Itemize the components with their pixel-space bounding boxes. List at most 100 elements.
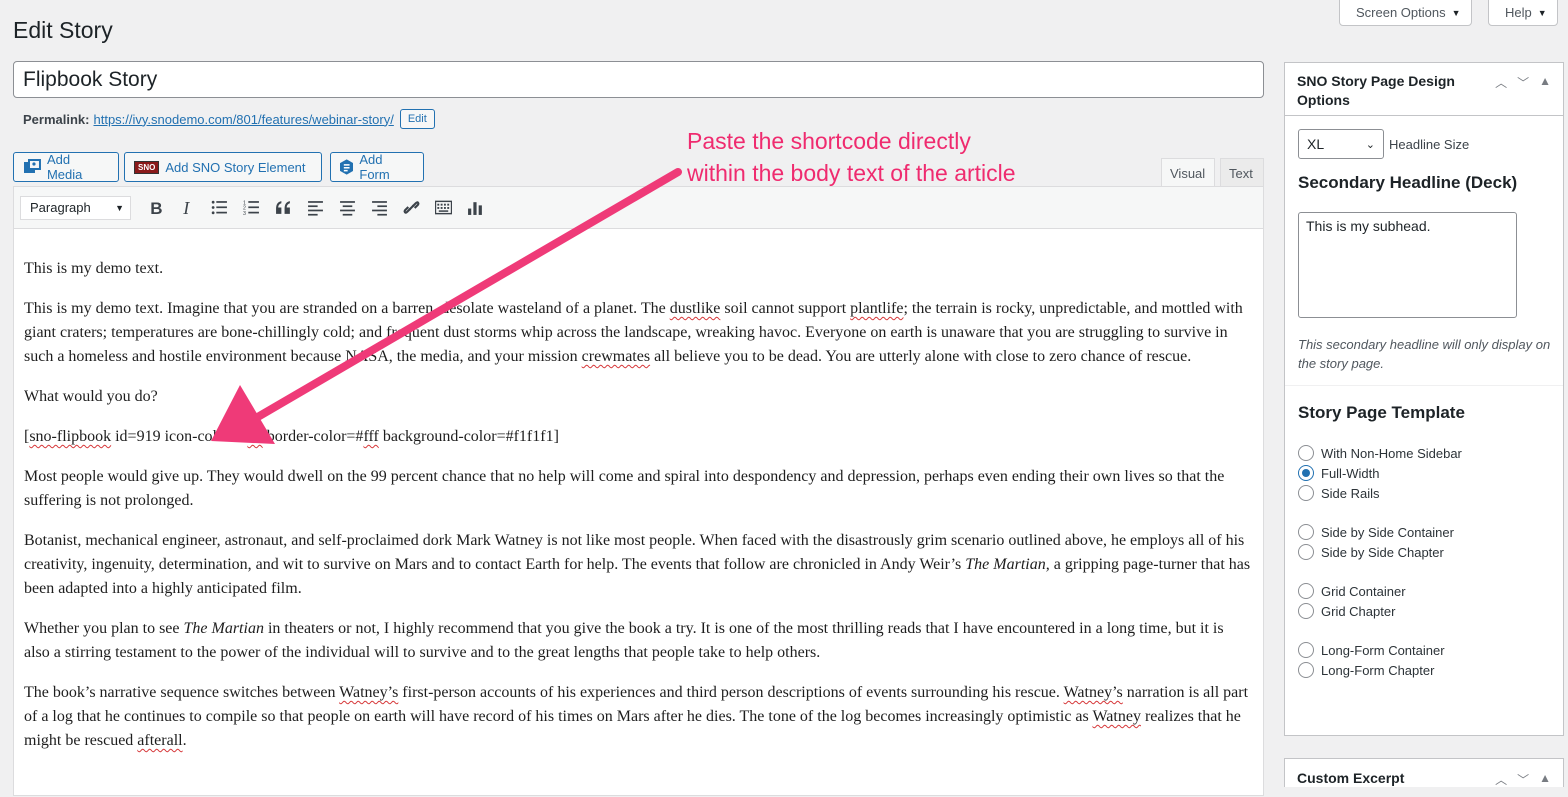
svg-text:I: I — [182, 199, 190, 216]
editor-content[interactable]: This is my demo text. This is my demo te… — [14, 229, 1263, 753]
align-right-icon[interactable] — [363, 193, 395, 223]
design-options-title: SNO Story Page Design Options — [1297, 73, 1455, 108]
permalink: Permalink: https://ivy.snodemo.com/801/f… — [23, 109, 435, 129]
post-title-input[interactable] — [13, 61, 1264, 98]
radio-button[interactable] — [1298, 445, 1314, 461]
template-option[interactable]: Long-Form Container — [1298, 640, 1551, 660]
paragraph: Most people would give up. They would dw… — [24, 468, 1225, 509]
align-center-icon[interactable] — [331, 193, 363, 223]
add-form-button[interactable]: Add Form — [330, 152, 424, 182]
custom-excerpt-title: Custom Excerpt — [1297, 770, 1405, 786]
radio-button[interactable] — [1298, 662, 1314, 678]
radio-button[interactable] — [1298, 642, 1314, 658]
radio-button[interactable] — [1298, 524, 1314, 540]
link-icon[interactable] — [395, 193, 427, 223]
align-left-icon[interactable] — [299, 193, 331, 223]
template-option-label: Long-Form Container — [1321, 642, 1445, 658]
deck-help-text: This secondary headline will only displa… — [1298, 337, 1551, 371]
tab-visual[interactable]: Visual — [1161, 158, 1215, 187]
custom-excerpt-box: Custom Excerpt ︿ ﹀ ▲ — [1284, 758, 1564, 787]
template-option[interactable]: Grid Chapter — [1298, 601, 1551, 621]
blockquote-icon[interactable] — [267, 193, 299, 223]
chevron-up-icon[interactable]: ︿ — [1495, 771, 1507, 788]
add-media-label: Add Media — [46, 152, 83, 182]
editor: Paragraph ▼ B I 123 This is my demo text… — [13, 186, 1264, 796]
numbered-list-icon[interactable]: 123 — [235, 193, 267, 223]
shortcode-paragraph: [sno-flipbook id=919 icon-color=#fff bor… — [24, 428, 559, 445]
help-label: Help — [1505, 5, 1532, 20]
radio-button[interactable] — [1298, 485, 1314, 501]
add-sno-element-button[interactable]: SNO Add SNO Story Element — [124, 152, 322, 182]
add-form-label: Add Form — [359, 152, 390, 182]
media-icon — [23, 159, 41, 173]
headline-size-value: XL — [1307, 136, 1325, 152]
screen-options-label: Screen Options — [1356, 5, 1446, 20]
template-option[interactable]: Grid Container — [1298, 581, 1551, 601]
format-select-value: Paragraph — [30, 200, 91, 215]
template-option-label: Side by Side Chapter — [1321, 544, 1444, 560]
toolbar-toggle-icon[interactable] — [427, 193, 459, 223]
paragraph: What would you do? — [24, 388, 158, 405]
caret-down-icon: ▼ — [1537, 7, 1547, 18]
chevron-down-icon[interactable]: ﹀ — [1517, 771, 1529, 788]
permalink-label: Permalink: — [23, 111, 90, 127]
headline-size-select[interactable]: XL ⌄ — [1298, 129, 1384, 159]
paragraph: This is my demo text. — [24, 260, 164, 277]
annotation-line-2: within the body text of the article — [687, 160, 1016, 186]
svg-text:3: 3 — [243, 211, 246, 216]
template-option-label: Long-Form Chapter — [1321, 662, 1435, 678]
help-button[interactable]: Help ▼ — [1488, 0, 1558, 26]
deck-heading: Secondary Headline (Deck) — [1298, 173, 1518, 192]
tab-text[interactable]: Text — [1220, 158, 1264, 187]
paragraph: Whether you plan to see The Martian in t… — [24, 620, 1224, 661]
template-option[interactable]: With Non-Home Sidebar — [1298, 443, 1551, 463]
design-options-header: SNO Story Page Design Options ︿ ﹀ ▲ — [1285, 63, 1563, 116]
editor-toolbar: Paragraph ▼ B I 123 — [14, 187, 1263, 229]
add-media-button[interactable]: Add Media — [13, 152, 119, 182]
caret-down-icon: ▼ — [115, 202, 124, 213]
chevron-up-icon[interactable]: ︿ — [1495, 74, 1507, 91]
italic-icon[interactable]: I — [171, 193, 203, 223]
chart-icon[interactable] — [459, 193, 491, 223]
template-option-label: With Non-Home Sidebar — [1321, 445, 1462, 461]
bulleted-list-icon[interactable] — [203, 193, 235, 223]
custom-excerpt-header: Custom Excerpt ︿ ﹀ ▲ — [1285, 759, 1563, 797]
template-option[interactable]: Side by Side Chapter — [1298, 542, 1551, 562]
template-option-label: Side Rails — [1321, 485, 1380, 501]
template-option[interactable]: Side Rails — [1298, 483, 1551, 503]
add-sno-element-label: Add SNO Story Element — [165, 159, 306, 175]
template-option[interactable]: Side by Side Container — [1298, 522, 1551, 542]
annotation-line-1: Paste the shortcode directly — [687, 128, 971, 154]
radio-button[interactable] — [1298, 583, 1314, 599]
deck-textarea[interactable]: This is my subhead. — [1298, 212, 1517, 318]
format-select[interactable]: Paragraph ▼ — [20, 195, 131, 220]
headline-size-label: Headline Size — [1389, 136, 1470, 152]
form-icon — [340, 159, 354, 175]
design-options-box: SNO Story Page Design Options ︿ ﹀ ▲ XL ⌄… — [1284, 62, 1564, 736]
chevron-down-icon[interactable]: ﹀ — [1517, 74, 1529, 91]
radio-button[interactable] — [1298, 465, 1314, 481]
template-option[interactable]: Long-Form Chapter — [1298, 660, 1551, 680]
caret-up-icon[interactable]: ▲ — [1539, 74, 1551, 91]
template-option-label: Grid Chapter — [1321, 603, 1396, 619]
paragraph: The book’s narrative sequence switches b… — [24, 684, 1249, 749]
paragraph: Botanist, mechanical engineer, astronaut… — [24, 532, 1251, 597]
caret-up-icon[interactable]: ▲ — [1539, 771, 1551, 788]
template-option-label: Side by Side Container — [1321, 524, 1454, 540]
page-title: Edit Story — [13, 17, 113, 43]
template-option-label: Grid Container — [1321, 583, 1406, 599]
bold-icon[interactable]: B — [139, 193, 171, 223]
permalink-link[interactable]: https://ivy.snodemo.com/801/features/web… — [93, 112, 393, 127]
permalink-edit-button[interactable]: Edit — [399, 109, 435, 129]
sno-logo-icon: SNO — [134, 160, 160, 174]
chevron-down-icon: ⌄ — [1365, 138, 1375, 151]
radio-button[interactable] — [1298, 603, 1314, 619]
svg-text:B: B — [150, 199, 162, 216]
radio-button[interactable] — [1298, 544, 1314, 560]
caret-down-icon: ▼ — [1451, 7, 1461, 18]
screen-options-button[interactable]: Screen Options ▼ — [1339, 0, 1472, 26]
template-heading: Story Page Template — [1298, 403, 1465, 422]
template-option[interactable]: Full-Width — [1298, 463, 1551, 483]
paragraph: This is my demo text. Imagine that you a… — [24, 300, 1243, 365]
annotation-text: Paste the shortcode directly within the … — [687, 125, 1016, 189]
